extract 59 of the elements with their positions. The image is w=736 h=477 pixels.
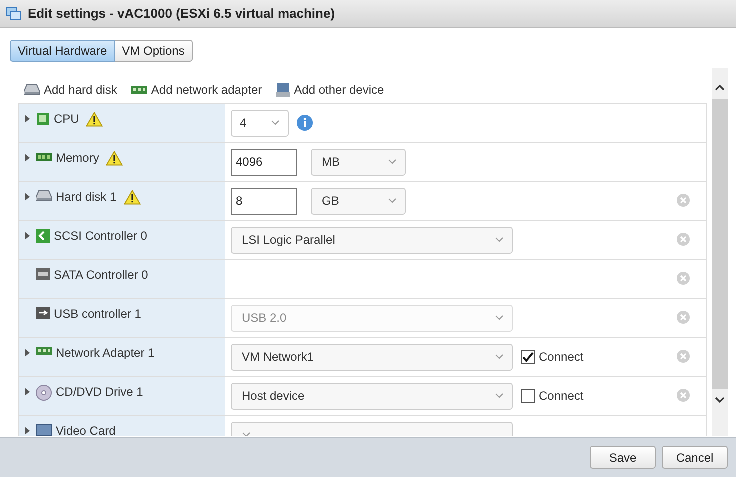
toolbar-button[interactable]: Add hard disk	[24, 82, 118, 98]
expand-arrow-icon[interactable]	[25, 349, 30, 357]
cpu-count-select[interactable]: 4	[231, 110, 289, 136]
chip-icon	[36, 112, 50, 126]
size-input[interactable]: 4096	[231, 148, 297, 176]
memory-module-icon	[36, 151, 52, 163]
tab[interactable]: Virtual Hardware	[10, 40, 116, 62]
info-icon[interactable]	[297, 115, 313, 131]
expand-arrow-icon[interactable]	[25, 154, 30, 162]
device-name: Memory	[56, 151, 100, 165]
usb-icon	[36, 307, 50, 319]
window-title: Edit settings - vAC1000 (ESXi 6.5 virtual machine)	[28, 6, 336, 21]
device-name: Video Card	[56, 424, 116, 436]
unit-select[interactable]: GB	[311, 188, 406, 214]
checkbox[interactable]	[521, 389, 535, 403]
dialog-button[interactable]: Save	[590, 446, 656, 469]
expand-arrow-icon[interactable]	[25, 388, 30, 396]
sata-icon	[36, 268, 50, 280]
checkbox-label: Connect	[539, 350, 584, 364]
device-icon	[276, 82, 290, 98]
checkbox[interactable]	[521, 350, 535, 364]
device-name: CD/DVD Drive 1	[56, 385, 144, 399]
network-card-icon	[131, 85, 148, 95]
option-select[interactable]: VM Network1	[231, 344, 513, 370]
monitor-icon	[36, 424, 52, 436]
dropdown-caret-icon	[495, 315, 504, 321]
option-select[interactable]: LSI Logic Parallel	[231, 226, 513, 254]
toolbar-button[interactable]: Add other device	[276, 82, 384, 98]
device-name: CPU	[54, 112, 80, 126]
expand-arrow-icon[interactable]	[25, 427, 30, 435]
checkbox-label: Connect	[539, 389, 584, 403]
device-name: Hard disk 1	[56, 190, 117, 204]
toolbar-button[interactable]: Add network adapter	[131, 82, 262, 98]
dropdown-caret-icon	[495, 393, 504, 399]
disc-icon	[36, 385, 52, 401]
tab[interactable]: VM Options	[115, 40, 193, 62]
scrollbar-thumb[interactable]	[712, 99, 728, 389]
dropdown-caret-icon	[388, 198, 397, 204]
dropdown-caret-icon	[495, 237, 504, 243]
dropdown-caret-icon	[388, 159, 397, 165]
expand-arrow-icon[interactable]	[25, 115, 30, 123]
size-input[interactable]: 8	[231, 188, 297, 214]
dialog-button[interactable]: Cancel	[662, 446, 728, 469]
device-name: USB controller 1	[54, 307, 142, 321]
scroll-down-icon[interactable]	[715, 397, 725, 404]
device-name: SATA Controller 0	[54, 268, 148, 282]
unit-select[interactable]: MB	[311, 148, 406, 176]
device-name: SCSI Controller 0	[54, 229, 148, 243]
expand-arrow-icon[interactable]	[25, 232, 30, 240]
scroll-up-icon[interactable]	[715, 84, 725, 91]
dropdown-caret-icon	[271, 120, 280, 126]
expand-arrow-icon[interactable]	[25, 193, 30, 201]
window-stack-icon	[6, 6, 22, 20]
controller-icon	[36, 229, 50, 243]
scrollbar[interactable]	[712, 68, 728, 436]
dropdown-caret-icon	[495, 354, 504, 360]
network-card-icon	[36, 346, 52, 356]
option-select[interactable]: Host device	[231, 382, 513, 410]
device-name: Network Adapter 1	[56, 346, 155, 360]
